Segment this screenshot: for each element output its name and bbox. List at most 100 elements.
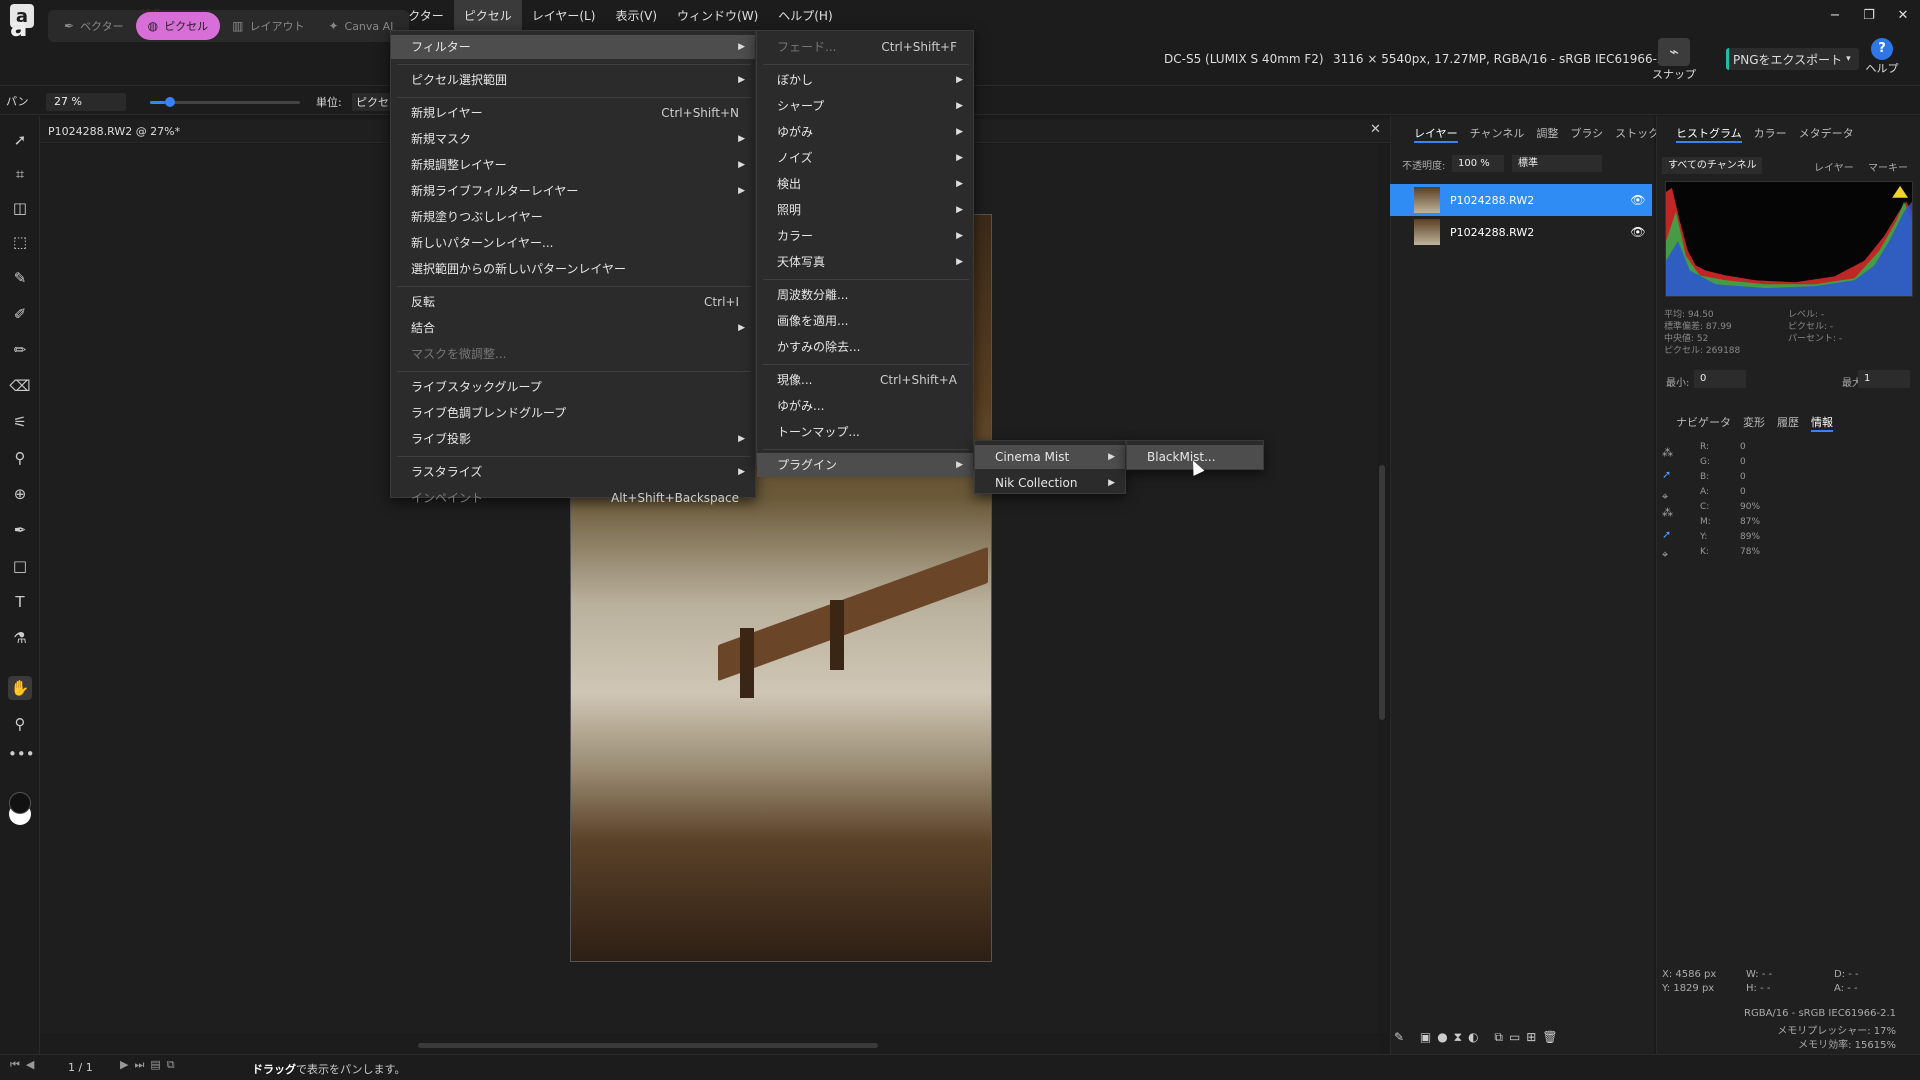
menu-item[interactable]: フィルター ▶ [391,35,755,59]
panel-tab[interactable]: 履歴 [1777,414,1799,432]
menu-item[interactable]: ピクセル選択範囲 ▶ [391,68,755,92]
menu-item[interactable]: かすみの除去... [757,335,973,359]
menu-item[interactable]: Cinema Mist ▶ [975,445,1125,469]
panel-tab[interactable]: 情報 [1811,414,1833,432]
menu-item[interactable]: ゆがみ... [757,394,973,418]
menu-item[interactable]: 新しいパターンレイヤー... [391,231,755,255]
move-tool-icon[interactable]: ➚ [8,128,32,152]
document-tab-title[interactable]: P1024288.RW2 @ 27%* [48,125,180,138]
panel-tab[interactable]: ストック [1615,125,1659,143]
persona-2[interactable]: ▥ レイアウト [220,12,316,40]
close-window-button[interactable]: ✕ [1886,0,1920,32]
menu-item[interactable]: 新規レイヤー Ctrl+Shift+N [391,101,755,125]
menu-7[interactable]: 表示(V) [605,0,667,32]
menu-item[interactable]: 新規ライブフィルターレイヤー ▶ [391,179,755,203]
eye-icon[interactable]: 👁 [1624,225,1652,239]
flood-select-icon[interactable]: ✎ [8,266,32,290]
menu-item[interactable]: 検出 ▶ [757,172,973,196]
panel-tab[interactable]: メタデータ [1799,125,1854,143]
snap-button[interactable]: ⌁ スナップ [1652,38,1696,82]
panel-tab[interactable]: ナビゲータ [1676,414,1731,432]
close-icon[interactable]: ✕ [1370,122,1381,137]
menu-item[interactable]: 照明 ▶ [757,198,973,222]
menu-item[interactable]: ゆがみ ▶ [757,120,973,144]
clone-stamp-icon[interactable]: ⚲ [8,446,32,470]
menu-item[interactable]: 周波数分離... [757,283,973,307]
zoom-tool-icon[interactable]: ⚲ [8,712,32,736]
panel-tab[interactable]: ブラシ [1570,125,1603,143]
menu-item[interactable]: トーンマップ... [757,420,973,444]
menu-item[interactable]: シャープ ▶ [757,94,973,118]
menu-8[interactable]: ウィンドウ(W) [667,0,768,32]
panel-tab[interactable]: レイヤー [1414,125,1458,143]
menu-item[interactable]: 選択範囲からの新しいパターンレイヤー [391,257,755,281]
retouch-icon[interactable]: ⊕ [8,482,32,506]
horizontal-scrollbar-thumb[interactable] [418,1043,878,1048]
cursor-cmyk-icon[interactable]: ➚ [1662,528,1671,541]
pointer-rgb-icon[interactable]: ⁂ [1662,446,1673,459]
menu-9[interactable]: ヘルプ(H) [768,0,842,32]
foreground-color-swatch[interactable] [9,792,31,814]
hand-tool-icon[interactable]: ✋ [8,676,32,700]
layer-row[interactable]: P1024288.RW2 👁 [1390,216,1652,248]
menu-item[interactable]: ぼかし ▶ [757,68,973,92]
dodge-brush-icon[interactable]: ⚟ [8,410,32,434]
menu-item[interactable]: ライブスタックグループ [391,375,755,399]
menu-item[interactable]: インペイント Alt+Shift+Backspace [391,486,755,510]
menu-item[interactable]: ライブ投影 ▶ [391,427,755,451]
panel-tab[interactable]: 変形 [1743,414,1765,432]
menu-item[interactable]: 結合 ▶ [391,316,755,340]
max-field[interactable]: 1 [1858,370,1910,388]
menu-5[interactable]: ピクセル [453,0,522,32]
playback-icons[interactable]: ▶⏭▤⧉ [120,1058,181,1072]
blend-mode-select[interactable]: 標準 [1512,155,1602,172]
help-button[interactable]: ? ヘルプ [1862,38,1902,76]
persona-0[interactable]: ✒ ベクター [52,12,136,40]
menu-item[interactable]: フェード... Ctrl+Shift+F [757,35,973,59]
panel-tab[interactable]: カラー [1754,125,1787,143]
menu-item[interactable]: 新規調整レイヤー ▶ [391,153,755,177]
histogram-layer-checkbox[interactable]: レイヤー [1814,159,1854,174]
crop-tool-icon[interactable]: ⌗ [8,162,32,186]
crosshair-rgb-icon[interactable]: ⌖ [1662,490,1668,504]
color-picker-icon[interactable]: ⚗ [8,626,32,650]
menu-item[interactable]: ライブ色調ブレンドグループ [391,401,755,425]
crosshair-cmyk-icon[interactable]: ⌖ [1662,548,1668,562]
shape-tool-icon[interactable]: □ [8,554,32,578]
export-png-button[interactable]: PNGをエクスポート ▾ [1726,48,1859,70]
pen-tool-icon[interactable]: ✒ [8,518,32,542]
vertical-scrollbar-thumb[interactable] [1379,465,1385,720]
menu-item[interactable]: 新規塗りつぶしレイヤー [391,205,755,229]
menu-item[interactable]: マスクを微調整... [391,342,755,366]
zoom-slider-thumb[interactable] [165,97,175,107]
min-field[interactable]: 0 [1694,370,1746,388]
menu-item[interactable]: プラグイン ▶ [757,453,973,477]
minimize-button[interactable]: − [1818,0,1852,32]
panel-tab[interactable]: ヒストグラム [1676,125,1742,143]
menu-item[interactable]: 現像... Ctrl+Shift+A [757,368,973,392]
layers-footer-icons[interactable]: ✎ ▣●⧗◐ ⧉▭⊞🗑 [1394,1030,1564,1045]
menu-item[interactable]: ノイズ ▶ [757,146,973,170]
persona-1[interactable]: ◍ ピクセル [135,12,221,40]
cursor-rgb-icon[interactable]: ➚ [1662,468,1671,481]
pointer-cmyk-icon[interactable]: ⁂ [1662,506,1673,519]
erase-brush-icon[interactable]: ⌫ [8,374,32,398]
menu-item[interactable]: 反転 Ctrl+I [391,290,755,314]
maximize-button[interactable]: ❐ [1852,0,1886,32]
page-nav-icons[interactable]: ⏮◀ [10,1058,40,1072]
menu-item[interactable]: Nik Collection ▶ [975,471,1125,495]
zoom-field[interactable]: 27 % [46,93,126,111]
channel-select[interactable]: すべてのチャンネル [1662,157,1762,174]
menu-item[interactable]: 新規マスク ▶ [391,127,755,151]
panel-tab[interactable]: チャンネル [1470,125,1525,143]
marquee-tool-icon[interactable]: ⬚ [8,230,32,254]
panel-tab[interactable]: 調整 [1536,125,1558,143]
pixel-tool-icon[interactable]: ✏ [8,338,32,362]
menu-6[interactable]: レイヤー(L) [522,0,606,32]
more-tools-icon[interactable]: ••• [8,742,35,766]
menu-item[interactable]: 天体写真 ▶ [757,250,973,274]
paint-brush-icon[interactable]: ✐ [8,302,32,326]
menu-item[interactable]: カラー ▶ [757,224,973,248]
menu-item[interactable]: ラスタライズ ▶ [391,460,755,484]
layer-row[interactable]: P1024288.RW2 👁 [1390,184,1652,216]
